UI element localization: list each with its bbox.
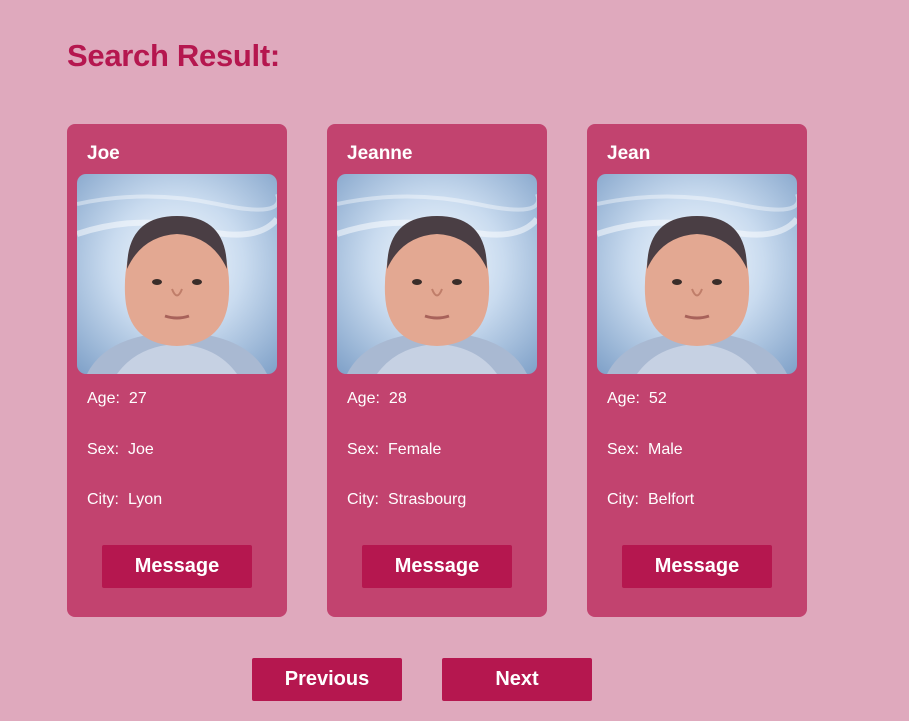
age-label: Age: (87, 390, 120, 407)
next-button[interactable]: Next (442, 658, 592, 701)
sex-row: Sex: Joe (87, 441, 154, 459)
message-button[interactable]: Message (622, 545, 772, 588)
age-row: Age: 27 (87, 390, 147, 408)
city-value: Strasbourg (388, 491, 467, 508)
city-label: City: (347, 491, 379, 508)
profile-photo-image (337, 174, 537, 374)
card-name: Jeanne (347, 143, 413, 164)
age-value: 27 (128, 390, 147, 407)
sex-value: Male (648, 441, 683, 458)
card-name: Joe (87, 143, 120, 164)
city-row: City: Belfort (607, 491, 694, 509)
age-value: 28 (388, 390, 407, 407)
previous-button[interactable]: Previous (252, 658, 402, 701)
city-row: City: Strasbourg (347, 491, 466, 509)
sex-row: Sex: Female (347, 441, 441, 459)
age-value: 52 (648, 390, 667, 407)
result-card-joe: Joe Age: 27 Sex: Joe City: Lyon Message (67, 124, 287, 617)
city-value: Belfort (648, 491, 695, 508)
result-card-jean: Jean Age: 52 Sex: Male City: Belfort Mes… (587, 124, 807, 617)
profile-photo[interactable] (597, 174, 797, 374)
message-button[interactable]: Message (102, 545, 252, 588)
sex-label: Sex: (607, 441, 640, 458)
age-row: Age: 52 (607, 390, 667, 408)
sex-value: Female (388, 441, 442, 458)
result-card-jeanne: Jeanne Age: 28 Sex: Female City: Strasbo… (327, 124, 547, 617)
sex-row: Sex: Male (607, 441, 683, 459)
sex-label: Sex: (347, 441, 380, 458)
sex-value: Joe (128, 441, 154, 458)
age-row: Age: 28 (347, 390, 407, 408)
city-value: Lyon (128, 491, 163, 508)
city-row: City: Lyon (87, 491, 162, 509)
page-title: Search Result: (67, 38, 280, 73)
card-name: Jean (607, 143, 651, 164)
city-label: City: (607, 491, 639, 508)
profile-photo[interactable] (337, 174, 537, 374)
age-label: Age: (607, 390, 640, 407)
message-button[interactable]: Message (362, 545, 512, 588)
age-label: Age: (347, 390, 380, 407)
profile-photo[interactable] (77, 174, 277, 374)
profile-photo-image (597, 174, 797, 374)
city-label: City: (87, 491, 119, 508)
profile-photo-image (77, 174, 277, 374)
sex-label: Sex: (87, 441, 120, 458)
